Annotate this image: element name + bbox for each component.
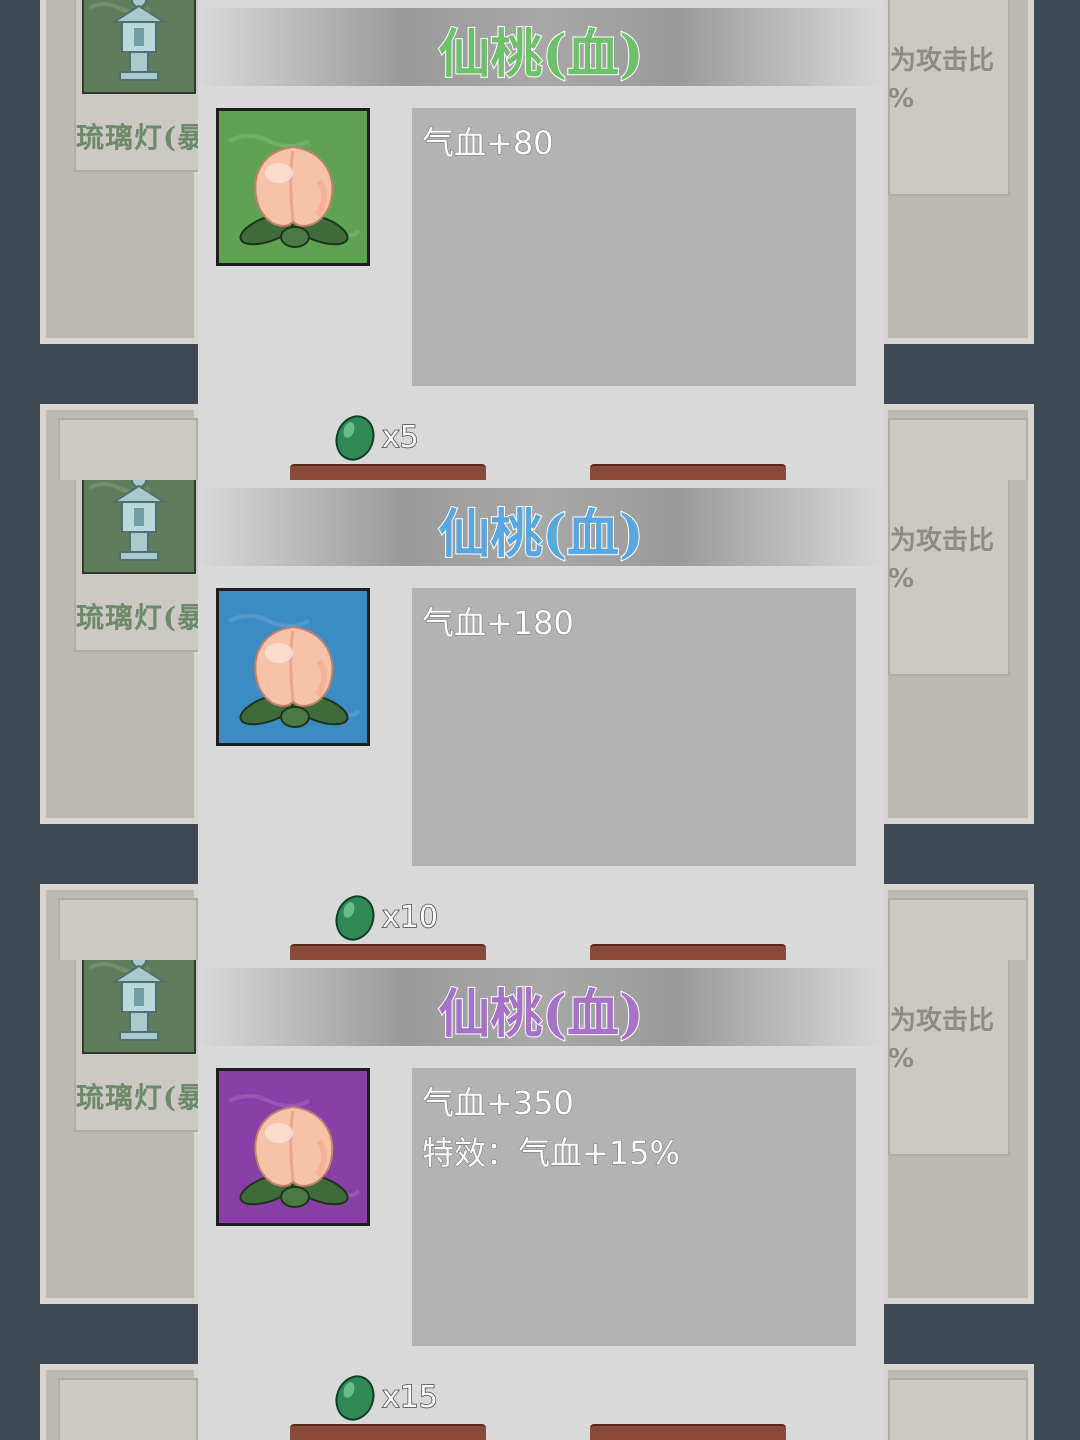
cost-amount: x10 <box>381 899 438 936</box>
background-right: 为攻击比 % <box>882 960 1080 1440</box>
lamp-icon <box>82 480 196 574</box>
background-card-text: % <box>888 1044 915 1074</box>
background-item-card <box>40 884 200 960</box>
peach-icon <box>216 588 370 746</box>
background-item-card: 为攻击比 % <box>882 960 1034 1304</box>
action-button[interactable] <box>590 944 786 960</box>
background-card-text: 为攻击比 <box>890 1006 995 1036</box>
background-card-text: 为攻击比 <box>890 46 995 76</box>
background-item-card: 琉璃灯(暴 <box>40 960 205 1304</box>
item-detail-panel: 仙桃(血) 气血+180 x10 <box>198 480 884 960</box>
item-title: 仙桃(血) <box>437 23 644 86</box>
item-detail-strip: 琉璃灯(暴 为攻击比 % 仙桃(血) 气血+80 x5 <box>0 0 1080 480</box>
background-item-card <box>882 404 1034 480</box>
action-button[interactable] <box>290 464 486 480</box>
action-button[interactable] <box>590 464 786 480</box>
peach-icon <box>216 1068 370 1226</box>
background-right: 为攻击比 % <box>882 480 1080 960</box>
item-description-box: 气血+350 特效：气血+15% <box>412 1068 856 1346</box>
jade-gem-icon <box>334 892 376 946</box>
lamp-icon <box>82 960 196 1054</box>
action-button[interactable] <box>590 1424 786 1440</box>
background-left: 琉璃灯(暴 <box>0 0 205 480</box>
cost-amount: x15 <box>381 1379 438 1416</box>
item-stat-line: 气血+180 <box>422 604 575 643</box>
item-title: 仙桃(血) <box>437 983 644 1046</box>
cost-amount: x5 <box>381 419 419 456</box>
item-stat-line: 气血+80 <box>422 124 555 163</box>
background-card-label: 琉璃灯(暴 <box>76 601 207 634</box>
background-item-card <box>40 1364 200 1440</box>
background-right: 为攻击比 % <box>882 0 1080 480</box>
item-detail-panel: 仙桃(血) 气血+350 特效：气血+15% x15 <box>198 960 884 1440</box>
background-left: 琉璃灯(暴 <box>0 480 205 960</box>
item-title: 仙桃(血) <box>437 503 644 566</box>
background-card-text: % <box>888 84 915 114</box>
background-item-card: 琉璃灯(暴 <box>40 0 205 344</box>
item-stat-line: 特效：气血+15% <box>422 1134 681 1173</box>
background-item-card: 为攻击比 % <box>882 480 1034 824</box>
background-item-card: 琉璃灯(暴 <box>40 480 205 824</box>
item-detail-panel: 仙桃(血) 气血+80 x5 <box>198 0 884 480</box>
jade-gem-icon <box>334 1372 376 1426</box>
background-card-text: % <box>888 564 915 594</box>
action-button[interactable] <box>290 944 486 960</box>
jade-gem-icon <box>334 412 376 466</box>
item-description-box: 气血+80 <box>412 108 856 386</box>
background-left: 琉璃灯(暴 <box>0 960 205 1440</box>
background-item-card: 为攻击比 % <box>882 0 1034 344</box>
background-card-text: 为攻击比 <box>890 526 995 556</box>
item-detail-strip: 琉璃灯(暴 为攻击比 % 仙桃(血) 气血+180 x10 <box>0 480 1080 960</box>
background-card-label: 琉璃灯(暴 <box>76 121 207 154</box>
background-item-card <box>882 1364 1034 1440</box>
peach-icon <box>216 108 370 266</box>
background-item-card <box>40 404 200 480</box>
action-button[interactable] <box>290 1424 486 1440</box>
lamp-icon <box>82 0 196 94</box>
background-card-label: 琉璃灯(暴 <box>76 1081 207 1114</box>
item-stat-line: 气血+350 <box>422 1084 575 1123</box>
background-item-card <box>882 884 1034 960</box>
item-detail-strip: 琉璃灯(暴 为攻击比 % 仙桃(血) 气血+350 特效：气血+15% x15 <box>0 960 1080 1440</box>
item-description-box: 气血+180 <box>412 588 856 866</box>
